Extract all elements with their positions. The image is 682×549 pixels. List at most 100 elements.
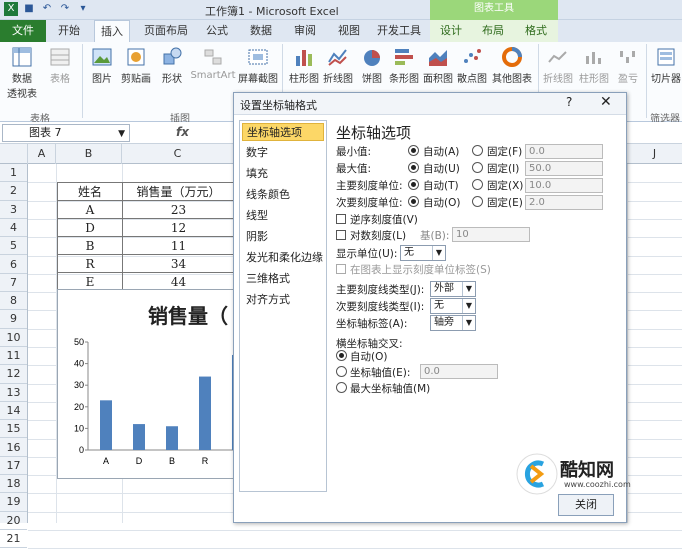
- redo-icon[interactable]: ↷: [58, 2, 72, 16]
- smartart-button[interactable]: SmartArt: [190, 46, 236, 81]
- tab-layout[interactable]: 布局: [472, 20, 514, 42]
- tab-view[interactable]: 视图: [332, 20, 366, 42]
- row-header[interactable]: 17: [0, 457, 27, 476]
- tab-home[interactable]: 开始: [52, 20, 86, 42]
- line-chart-button[interactable]: 折线图: [320, 46, 356, 85]
- category-3d-format[interactable]: 三维格式: [242, 270, 324, 288]
- row-header[interactable]: 8: [0, 292, 27, 311]
- cross-value-radio[interactable]: [336, 366, 347, 377]
- name-box[interactable]: 图表 7 ▼: [2, 124, 130, 142]
- min-auto-radio[interactable]: [408, 145, 419, 156]
- tab-format[interactable]: 格式: [514, 20, 558, 42]
- sparkline-winloss-button[interactable]: 盈亏: [610, 46, 646, 85]
- log-scale-checkbox[interactable]: [336, 230, 346, 240]
- max-auto-radio[interactable]: [408, 162, 419, 173]
- row-header[interactable]: 19: [0, 493, 27, 512]
- row-header[interactable]: 5: [0, 237, 27, 256]
- chart-plot-area[interactable]: 01020304050ADBRE: [58, 290, 236, 478]
- category-axis-options[interactable]: 坐标轴选项: [242, 123, 324, 141]
- row-header[interactable]: 2: [0, 182, 27, 201]
- area-chart-button[interactable]: 面积图: [420, 46, 456, 85]
- row-header[interactable]: 1: [0, 164, 27, 183]
- row-header[interactable]: 13: [0, 384, 27, 402]
- screenshot-button[interactable]: 屏幕截图: [236, 46, 280, 85]
- log-base-input[interactable]: 10: [452, 227, 530, 242]
- major-tick-dropdown[interactable]: 外部 ▼: [430, 281, 476, 297]
- undo-icon[interactable]: ↶: [40, 2, 54, 16]
- table-button[interactable]: 表格: [42, 46, 78, 85]
- customize-qat-icon[interactable]: ▾: [76, 2, 90, 16]
- sparkline-line-button[interactable]: 折线图: [540, 46, 576, 85]
- category-fill[interactable]: 填充: [242, 165, 324, 183]
- row-header[interactable]: 9: [0, 310, 27, 329]
- tab-developer[interactable]: 开发工具: [372, 20, 426, 42]
- tab-data[interactable]: 数据: [244, 20, 278, 42]
- category-alignment[interactable]: 对齐方式: [242, 291, 324, 309]
- slicer-button[interactable]: 切片器: [648, 46, 682, 85]
- table-cell[interactable]: D: [57, 218, 123, 237]
- table-cell[interactable]: 11: [122, 236, 235, 255]
- minor-value-input[interactable]: 2.0: [525, 195, 603, 210]
- cross-value-input[interactable]: 0.0: [420, 364, 498, 379]
- tab-design[interactable]: 设计: [430, 20, 472, 42]
- column-header-b[interactable]: B: [56, 144, 122, 164]
- row-header[interactable]: 15: [0, 420, 27, 439]
- major-fixed-radio[interactable]: [472, 179, 483, 190]
- max-value-input[interactable]: 50.0: [525, 161, 603, 176]
- select-all-corner[interactable]: [0, 144, 28, 164]
- minor-auto-radio[interactable]: [408, 196, 419, 207]
- category-line-style[interactable]: 线型: [242, 207, 324, 225]
- table-cell[interactable]: 34: [122, 254, 235, 273]
- bar[interactable]: [199, 376, 211, 450]
- tab-insert[interactable]: 插入: [94, 20, 130, 42]
- dialog-title-bar[interactable]: 设置坐标轴格式 ? ✕: [234, 93, 626, 115]
- row-header[interactable]: 14: [0, 402, 27, 421]
- help-icon[interactable]: ?: [566, 95, 580, 109]
- show-units-checkbox[interactable]: [336, 264, 346, 274]
- major-value-input[interactable]: 10.0: [525, 178, 603, 193]
- insert-function-button[interactable]: fx: [176, 125, 189, 139]
- shapes-button[interactable]: 形状: [154, 46, 190, 85]
- row-header[interactable]: 16: [0, 439, 27, 457]
- cross-max-radio[interactable]: [336, 382, 347, 393]
- tab-page-layout[interactable]: 页面布局: [138, 20, 194, 42]
- pivot-table-button[interactable]: 数据 透视表: [4, 46, 40, 100]
- minor-fixed-radio[interactable]: [472, 196, 483, 207]
- min-value-input[interactable]: 0.0: [525, 144, 603, 159]
- column-header-c[interactable]: C: [122, 144, 234, 164]
- scatter-chart-button[interactable]: 散点图: [454, 46, 490, 85]
- table-cell[interactable]: 44: [122, 272, 235, 291]
- column-chart-button[interactable]: 柱形图: [286, 46, 322, 85]
- table-cell[interactable]: 23: [122, 200, 235, 219]
- row-header[interactable]: 10: [0, 329, 27, 347]
- column-header-a[interactable]: A: [28, 144, 56, 164]
- reverse-order-checkbox[interactable]: [336, 214, 346, 224]
- column-header-j[interactable]: J: [627, 144, 682, 164]
- clip-art-button[interactable]: 剪贴画: [118, 46, 154, 85]
- name-box-dropdown-icon[interactable]: ▼: [118, 126, 125, 142]
- table-cell[interactable]: 12: [122, 218, 235, 237]
- min-fixed-radio[interactable]: [472, 145, 483, 156]
- row-header[interactable]: 11: [0, 347, 27, 366]
- sparkline-column-button[interactable]: 柱形图: [576, 46, 612, 85]
- row-header[interactable]: 20: [0, 512, 27, 530]
- row-header[interactable]: 3: [0, 201, 27, 219]
- row-header[interactable]: 18: [0, 475, 27, 494]
- cross-auto-radio[interactable]: [336, 350, 347, 361]
- table-cell[interactable]: B: [57, 236, 123, 255]
- major-auto-radio[interactable]: [408, 179, 419, 190]
- minor-tick-dropdown[interactable]: 无 ▼: [430, 298, 476, 314]
- row-header[interactable]: 4: [0, 219, 27, 238]
- save-icon[interactable]: ■: [22, 2, 36, 16]
- tab-file[interactable]: 文件: [0, 20, 46, 42]
- bar-chart-button[interactable]: 条形图: [386, 46, 422, 85]
- embedded-chart[interactable]: 销售量（ 01020304050ADBRE: [57, 289, 237, 479]
- pie-chart-button[interactable]: 饼图: [354, 46, 390, 85]
- category-glow-soft-edges[interactable]: 发光和柔化边缘: [242, 249, 324, 267]
- table-cell[interactable]: R: [57, 254, 123, 273]
- table-cell[interactable]: E: [57, 272, 123, 291]
- close-icon[interactable]: ✕: [600, 94, 616, 110]
- category-line-color[interactable]: 线条颜色: [242, 186, 324, 204]
- row-header[interactable]: 6: [0, 256, 27, 274]
- tab-formulas[interactable]: 公式: [200, 20, 234, 42]
